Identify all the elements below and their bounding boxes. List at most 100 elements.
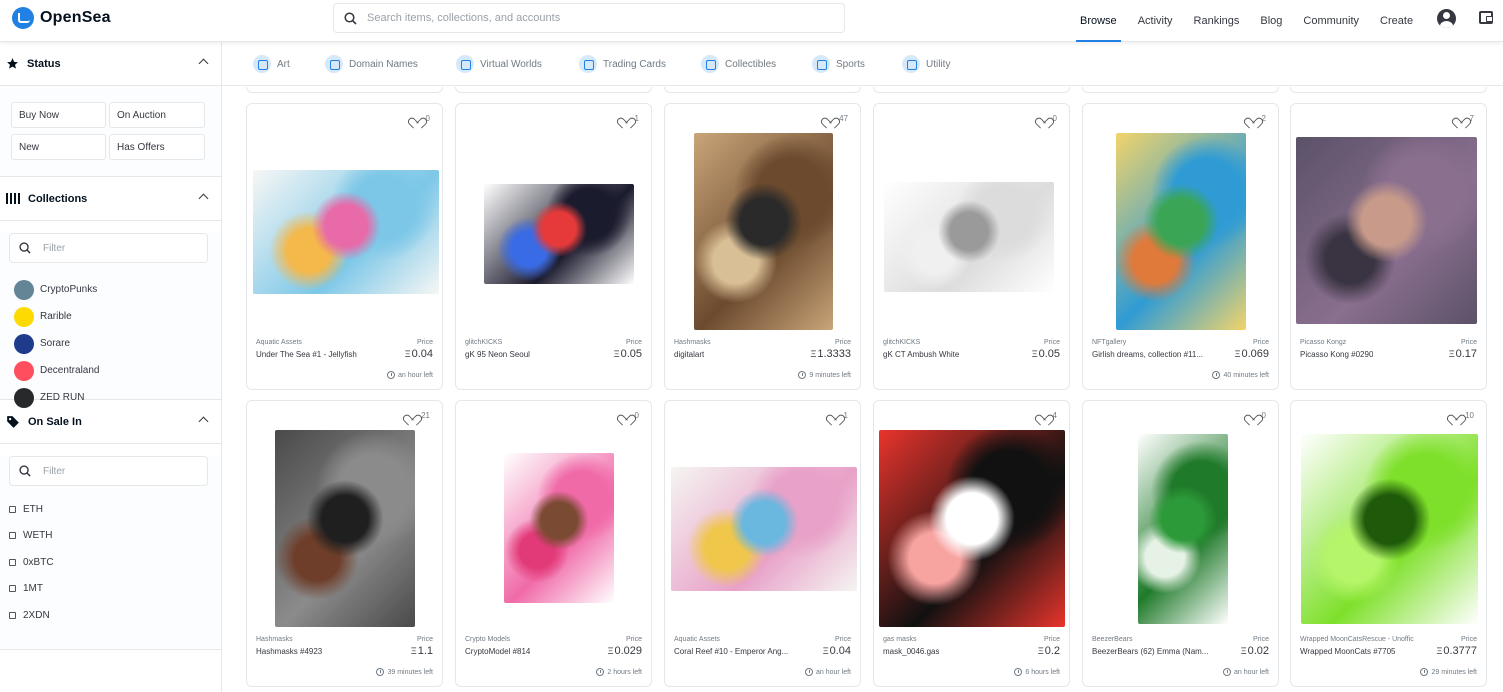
asset-collection[interactable]: Aquatic Assets: [674, 636, 720, 643]
asset-image[interactable]: [879, 430, 1065, 627]
asset-name[interactable]: digitalart: [674, 350, 704, 359]
asset-name[interactable]: Hashmasks #4923: [256, 647, 322, 656]
asset-card[interactable]: 0 Crypto Models Price CryptoModel #814 Ξ0.02…: [455, 400, 652, 687]
collection-item-decentraland[interactable]: Decentraland: [14, 357, 221, 384]
favorite-button[interactable]: 1: [829, 410, 848, 420]
collection-item-sorare[interactable]: Sorare: [14, 330, 221, 357]
token-checkbox[interactable]: [9, 532, 16, 540]
asset-collection[interactable]: glitchKICKS: [883, 339, 920, 346]
asset-collection[interactable]: Hashmasks: [256, 636, 293, 643]
favorite-button[interactable]: 0: [1247, 410, 1266, 420]
asset-collection[interactable]: gas masks: [883, 636, 916, 643]
asset-name[interactable]: Picasso Kong #0290: [1300, 350, 1373, 359]
category-utility[interactable]: Utility: [902, 55, 950, 73]
token-filter-1mt[interactable]: 1MT: [9, 576, 221, 603]
favorite-button[interactable]: 0: [1038, 113, 1057, 123]
favorite-button[interactable]: 2: [1247, 113, 1266, 123]
favorite-button[interactable]: 7: [1455, 113, 1474, 123]
asset-image[interactable]: [671, 467, 857, 591]
collection-item-cryptopunks[interactable]: CryptoPunks: [14, 276, 221, 303]
category-domain-names[interactable]: Domain Names: [325, 55, 418, 73]
collection-item-rarible[interactable]: Rarible: [14, 303, 221, 330]
asset-image[interactable]: [504, 453, 614, 603]
asset-card[interactable]: 0 BeezerBears Price BeezerBears (62) Emma (…: [1082, 400, 1279, 687]
asset-name[interactable]: gK 95 Neon Seoul: [465, 350, 530, 359]
on-sale-in-panel-header[interactable]: On Sale In: [0, 400, 221, 444]
asset-image[interactable]: [1138, 434, 1228, 624]
nav-activity[interactable]: Activity: [1138, 0, 1173, 42]
token-filter-0xbtc[interactable]: 0xBTC: [9, 549, 221, 576]
nav-create[interactable]: Create: [1380, 0, 1413, 42]
favorite-button[interactable]: 21: [406, 410, 430, 420]
asset-card[interactable]: 1 glitchKICKS Price gK 95 Neon Seoul Ξ0.05: [455, 103, 652, 390]
favorite-button[interactable]: 4: [1038, 410, 1057, 420]
asset-card[interactable]: 0 glitchKICKS Price gK CT Ambush White Ξ0.05: [873, 103, 1070, 390]
asset-image[interactable]: [1116, 133, 1246, 330]
wallet-icon[interactable]: [1479, 11, 1493, 24]
asset-name[interactable]: mask_0046.gas: [883, 647, 939, 656]
asset-card[interactable]: 10 Wrapped MoonCatsRescue - Unoffic Price W…: [1290, 400, 1487, 687]
asset-card[interactable]: 47 Hashmasks Price digitalart Ξ1.3333 9 minut…: [664, 103, 861, 390]
nav-blog[interactable]: Blog: [1260, 0, 1282, 42]
token-checkbox[interactable]: [9, 505, 16, 513]
chevron-up-icon[interactable]: [198, 193, 209, 204]
token-filter-eth[interactable]: ETH: [9, 496, 221, 523]
asset-name[interactable]: Under The Sea #1 - Jellyfish: [256, 350, 357, 359]
new-button[interactable]: New: [11, 134, 106, 160]
asset-card[interactable]: 4 gas masks Price mask_0046.gas Ξ0.2 6 hours …: [873, 400, 1070, 687]
token-checkbox[interactable]: [9, 558, 16, 566]
asset-name[interactable]: CryptoModel #814: [465, 647, 530, 656]
favorite-button[interactable]: 47: [824, 113, 848, 123]
asset-name[interactable]: Coral Reef #10 - Emperor Ang...: [674, 647, 788, 656]
favorite-button[interactable]: 1: [620, 113, 639, 123]
asset-image[interactable]: [253, 170, 439, 294]
category-virtual-worlds[interactable]: Virtual Worlds: [456, 55, 542, 73]
search-input[interactable]: [367, 12, 807, 24]
asset-collection[interactable]: Hashmasks: [674, 339, 711, 346]
asset-name[interactable]: gK CT Ambush White: [883, 350, 959, 359]
category-art[interactable]: Art: [253, 55, 290, 73]
nav-browse[interactable]: Browse: [1076, 0, 1121, 42]
collections-filter-input[interactable]: [43, 242, 193, 254]
asset-name[interactable]: Wrapped MoonCats #7705: [1300, 647, 1395, 656]
asset-image[interactable]: [1301, 434, 1478, 624]
asset-card[interactable]: 2 NFTgallery Price Girlish dreams, collecti…: [1082, 103, 1279, 390]
asset-card[interactable]: 21 Hashmasks Price Hashmasks #4923 Ξ1.1 39 mi…: [246, 400, 443, 687]
profile-icon[interactable]: [1437, 9, 1456, 28]
asset-card[interactable]: 1 Aquatic Assets Price Coral Reef #10 - Emp…: [664, 400, 861, 687]
collections-filter[interactable]: [9, 233, 208, 263]
favorite-button[interactable]: 10: [1450, 410, 1474, 420]
token-filter-weth[interactable]: WETH: [9, 523, 221, 550]
tokens-filter[interactable]: [9, 456, 208, 486]
asset-collection[interactable]: Crypto Models: [465, 636, 510, 643]
buy-now-button[interactable]: Buy Now: [11, 102, 106, 128]
asset-card[interactable]: 7 Picasso Kongz Price Picasso Kong #0290 Ξ0.…: [1290, 103, 1487, 390]
token-checkbox[interactable]: [9, 611, 16, 619]
asset-collection[interactable]: BeezerBears: [1092, 636, 1132, 643]
search-bar[interactable]: [333, 3, 845, 33]
asset-image[interactable]: [884, 182, 1054, 292]
nav-community[interactable]: Community: [1303, 0, 1359, 42]
on-auction-button[interactable]: On Auction: [109, 102, 205, 128]
has-offers-button[interactable]: Has Offers: [109, 134, 205, 160]
asset-image[interactable]: [484, 184, 634, 284]
asset-name[interactable]: Girlish dreams, collection #11...: [1092, 350, 1203, 359]
chevron-up-icon[interactable]: [198, 58, 209, 69]
asset-collection[interactable]: NFTgallery: [1092, 339, 1126, 346]
asset-image[interactable]: [694, 133, 833, 330]
chevron-up-icon[interactable]: [198, 416, 209, 427]
asset-image[interactable]: [1296, 137, 1477, 324]
asset-collection[interactable]: Aquatic Assets: [256, 339, 302, 346]
nav-rankings[interactable]: Rankings: [1194, 0, 1240, 42]
asset-collection[interactable]: Wrapped MoonCatsRescue - Unoffic: [1300, 636, 1414, 643]
category-collectibles[interactable]: Collectibles: [701, 55, 776, 73]
tokens-filter-input[interactable]: [43, 465, 193, 477]
favorite-button[interactable]: 0: [411, 113, 430, 123]
favorite-button[interactable]: 0: [620, 410, 639, 420]
token-checkbox[interactable]: [9, 585, 16, 593]
status-panel-header[interactable]: Status: [0, 42, 221, 86]
asset-image[interactable]: [275, 430, 415, 627]
asset-collection[interactable]: Picasso Kongz: [1300, 339, 1346, 346]
asset-collection[interactable]: glitchKICKS: [465, 339, 502, 346]
asset-card[interactable]: 0 Aquatic Assets Price Under The Sea #1 - J…: [246, 103, 443, 390]
